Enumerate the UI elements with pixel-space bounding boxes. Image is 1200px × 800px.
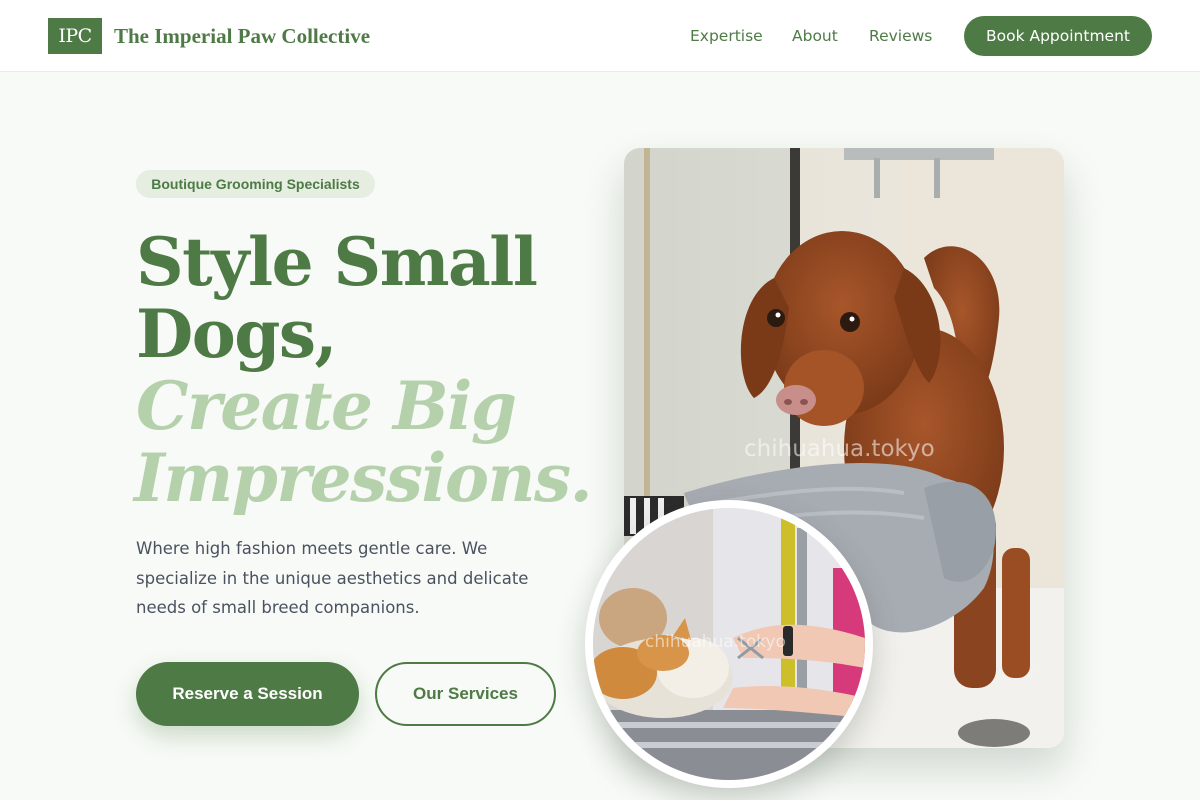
- cat-grooming-photo: chihuahua.tokyo: [585, 500, 873, 788]
- round-photo-watermark: chihuahua.tokyo: [645, 632, 786, 652]
- logo-mark[interactable]: IPC: [48, 18, 102, 54]
- headline-line-1: Style Small: [136, 223, 538, 301]
- our-services-button[interactable]: Our Services: [375, 662, 556, 726]
- nav-link-about[interactable]: About: [792, 24, 838, 48]
- nav-link-reviews[interactable]: Reviews: [869, 24, 932, 48]
- headline-line-4: Impressions.: [134, 439, 593, 517]
- headline-line-2: Dogs,: [136, 295, 338, 373]
- book-appointment-button[interactable]: Book Appointment: [964, 16, 1152, 56]
- headline-line-3: Create Big: [136, 367, 517, 445]
- site-header: IPC The Imperial Paw Collective Expertis…: [0, 0, 1200, 72]
- reserve-session-button[interactable]: Reserve a Session: [136, 662, 359, 726]
- brand-name[interactable]: The Imperial Paw Collective: [114, 22, 370, 50]
- hero-description: Where high fashion meets gentle care. We…: [136, 539, 529, 617]
- specialist-badge: Boutique Grooming Specialists: [136, 170, 375, 198]
- photo-watermark: chihuahua.tokyo: [744, 436, 935, 462]
- nav-link-expertise[interactable]: Expertise: [690, 24, 763, 48]
